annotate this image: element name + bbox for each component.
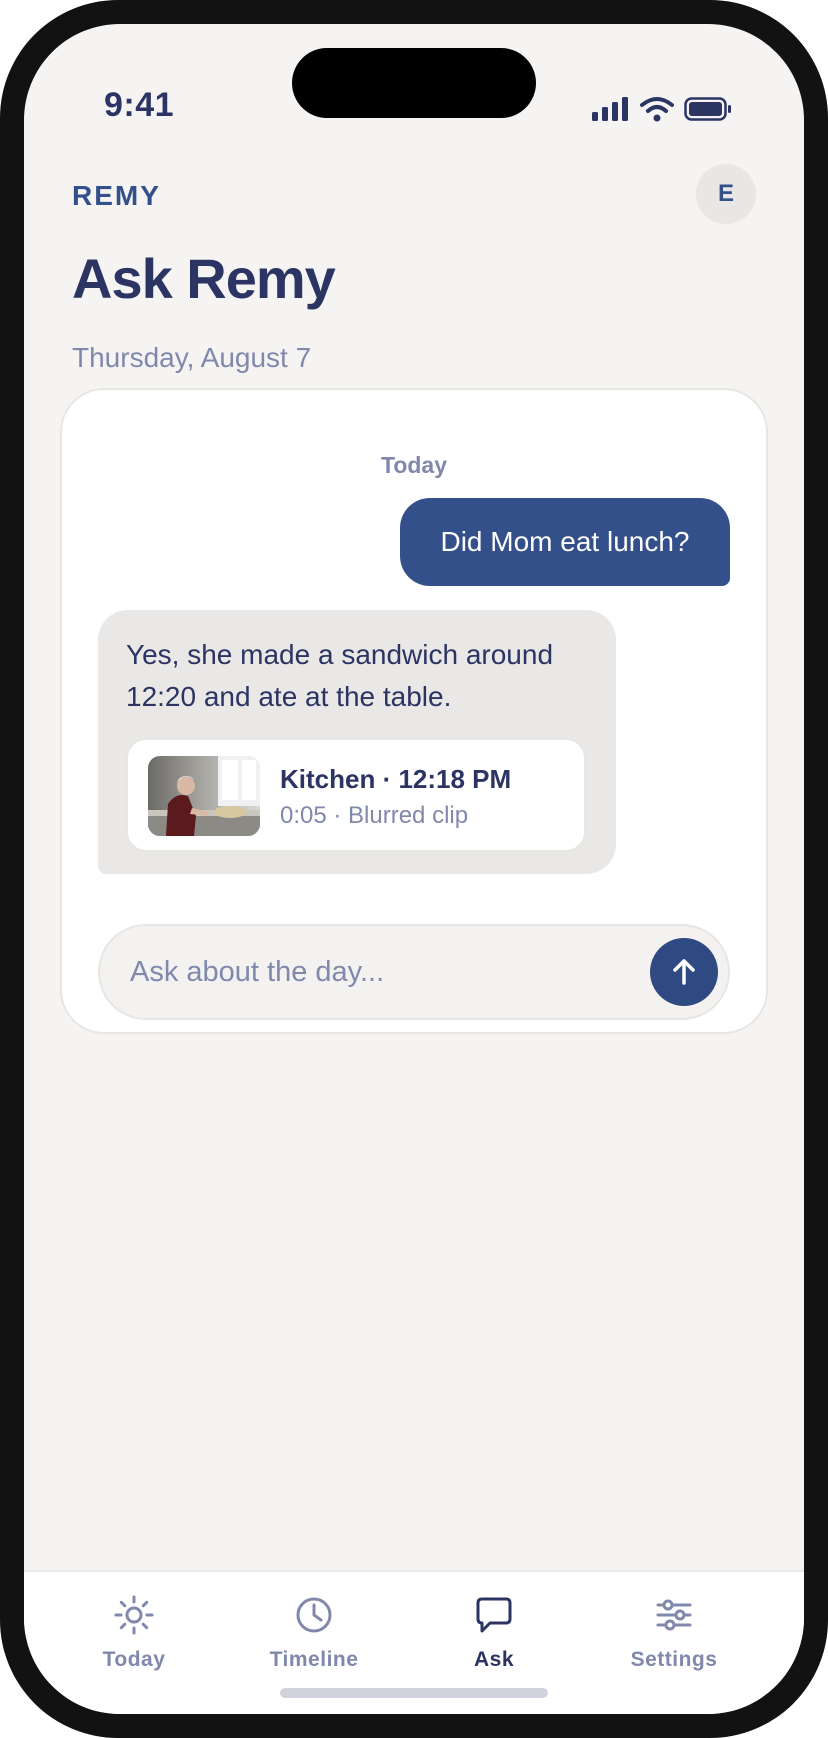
clip-title: Kitchen · 12:18 PM xyxy=(280,764,512,794)
tab-today-label: Today xyxy=(102,1648,166,1671)
tab-timeline[interactable]: Timeline xyxy=(224,1592,404,1680)
chat-card: Today Did Mom eat lunch? Yes, she made a… xyxy=(60,388,768,1034)
tab-ask-label: Ask xyxy=(473,1648,515,1671)
ask-input[interactable] xyxy=(130,946,630,998)
user-message-bubble: Did Mom eat lunch? xyxy=(400,498,730,586)
clip-meta: 0:05 · Blurred clip xyxy=(280,802,469,829)
dynamic-island xyxy=(292,48,536,118)
send-button[interactable] xyxy=(650,938,718,1006)
tab-ask[interactable]: Ask xyxy=(404,1592,584,1680)
phone-frame: 9:41 REMY E Ask Remy Thursday, August 7 xyxy=(0,0,828,1738)
wifi-icon xyxy=(640,97,674,122)
tab-timeline-label: Timeline xyxy=(269,1648,359,1671)
sun-icon xyxy=(114,1595,154,1635)
tab-today[interactable]: Today xyxy=(44,1592,224,1680)
page-date: Thursday, August 7 xyxy=(72,342,312,373)
video-clip-card[interactable]: Kitchen · 12:18 PM 0:05 · Blurred clip xyxy=(126,738,586,852)
tab-settings[interactable]: Settings xyxy=(584,1592,764,1680)
day-separator-label: Today xyxy=(380,452,448,478)
cellular-signal-icon xyxy=(592,97,628,121)
user-message-text: Did Mom eat lunch? xyxy=(440,526,690,557)
sliders-icon xyxy=(656,1599,692,1631)
assistant-message-bubble: Yes, she made a sandwich around 12:20 an… xyxy=(98,610,616,874)
assistant-message-text: Yes, she made a sandwich around 12:20 an… xyxy=(126,639,554,712)
battery-icon xyxy=(684,97,731,121)
page-title: Ask Remy xyxy=(72,247,336,310)
ask-composer xyxy=(98,924,730,1020)
clip-thumbnail[interactable] xyxy=(148,756,260,836)
clip-thumbnail-image xyxy=(148,756,260,836)
tab-settings-label: Settings xyxy=(630,1648,718,1671)
status-icons xyxy=(592,96,732,122)
arrow-up-icon xyxy=(673,959,695,985)
brand-logo-text: REMY xyxy=(72,180,161,211)
status-time: 9:41 xyxy=(104,86,175,124)
clock-icon xyxy=(296,1597,332,1633)
chat-bubble-icon xyxy=(476,1597,512,1633)
profile-avatar-button[interactable]: E xyxy=(696,164,756,224)
app-screen: 9:41 REMY E Ask Remy Thursday, August 7 xyxy=(24,24,804,1714)
home-indicator[interactable] xyxy=(280,1688,548,1698)
